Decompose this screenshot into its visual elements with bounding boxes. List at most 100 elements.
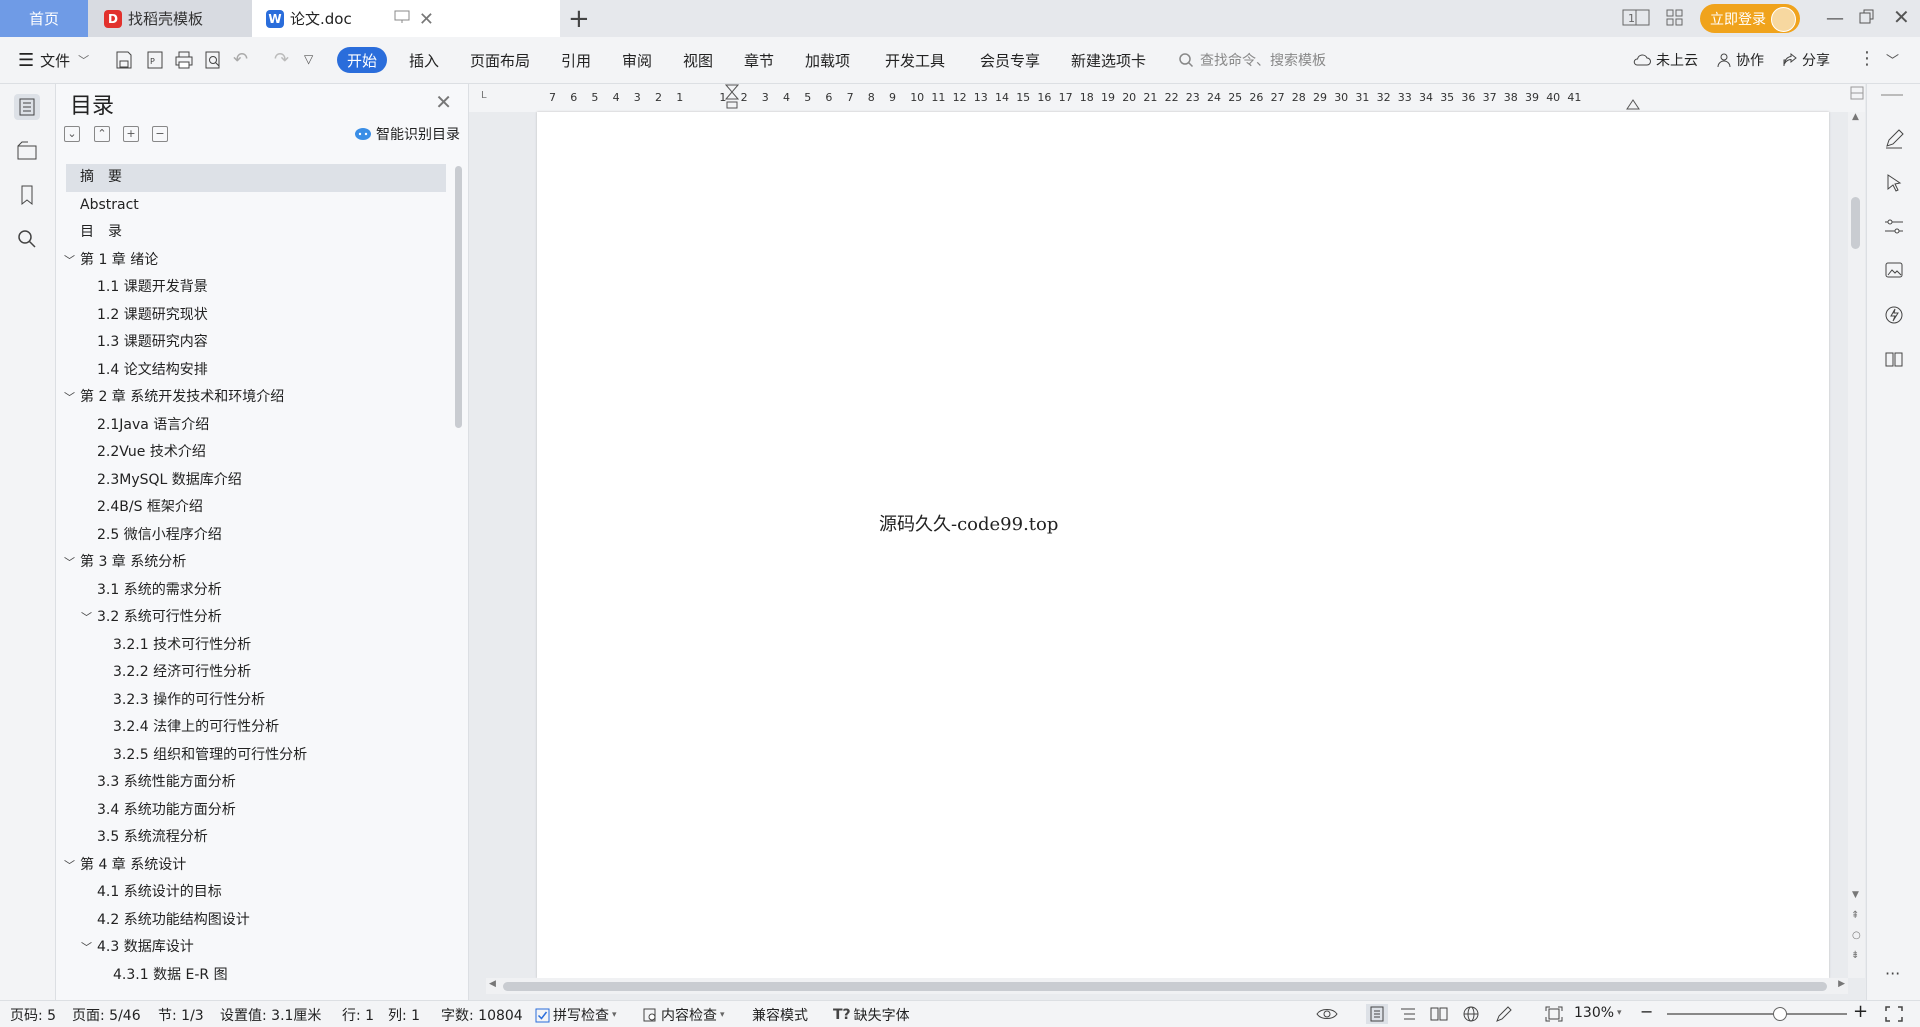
next-page-icon[interactable]: ⇟ — [1851, 950, 1859, 961]
tab-developer[interactable]: 开发工具 — [885, 37, 945, 83]
toc-item[interactable]: 3.2.1 技术可行性分析 — [66, 632, 446, 660]
toc-item[interactable]: 3.3 系统性能方面分析 — [66, 769, 446, 797]
collab-button[interactable]: 协作 — [1716, 37, 1764, 83]
toc-item[interactable]: ﹀ 第 2 章 系统开发技术和环境介绍 — [64, 384, 446, 412]
missing-font-button[interactable]: T? 缺失字体 — [833, 1005, 910, 1025]
chevron-down-icon[interactable]: ﹀ — [81, 604, 92, 632]
zoom-slider-thumb[interactable] — [1772, 1007, 1787, 1021]
zoom-out-button[interactable]: − — [1640, 1002, 1653, 1021]
reading-mode-icon[interactable]: 1 — [1622, 8, 1652, 28]
section-nav-icon[interactable] — [14, 138, 40, 164]
cloud-status[interactable]: 未上云 — [1632, 37, 1698, 83]
toc-item[interactable]: 3.4 系统功能方面分析 — [66, 797, 446, 825]
toc-item[interactable]: 3.5 系统流程分析 — [66, 824, 446, 852]
toc-item[interactable]: 4.1 系统设计的目标 — [66, 879, 446, 907]
tab-stop-icon[interactable]: L — [481, 90, 487, 101]
new-tab-button[interactable]: + — [568, 4, 590, 34]
select-cursor-icon[interactable] — [1883, 172, 1905, 194]
smart-toc-button[interactable]: 智能识别目录 — [354, 124, 460, 144]
status-row[interactable]: 行: 1 — [342, 1005, 374, 1025]
right-indent-marker-icon[interactable] — [1626, 98, 1640, 110]
toc-item[interactable]: 目 录 — [66, 219, 446, 247]
prev-page-icon[interactable]: ⇞ — [1851, 910, 1859, 921]
zoom-select[interactable]: 130% ▾ — [1574, 1005, 1622, 1021]
tab-start[interactable]: 开始 — [337, 47, 388, 73]
add-heading-icon[interactable]: + — [123, 126, 139, 142]
toc-item[interactable]: 1.3 课题研究内容 — [66, 329, 446, 357]
print-preview-icon[interactable] — [203, 50, 223, 70]
toc-item[interactable]: ﹀ 第 3 章 系统分析 — [64, 549, 446, 577]
tab-document[interactable]: W 论文.doc ✕ — [252, 0, 560, 37]
more-options-icon[interactable]: ⋮ — [1858, 48, 1876, 69]
toc-item[interactable]: 1.2 课题研究现状 — [66, 302, 446, 330]
chevron-down-icon[interactable]: ﹀ — [64, 247, 75, 275]
toc-scrollbar[interactable] — [455, 166, 462, 428]
outline-view-icon[interactable] — [1398, 1005, 1418, 1023]
close-window-icon[interactable]: ✕ — [1893, 5, 1910, 29]
save-icon[interactable] — [114, 50, 134, 70]
toc-item[interactable]: 3.2.5 组织和管理的可行性分析 — [66, 742, 446, 770]
print-icon[interactable] — [174, 50, 194, 70]
toc-item[interactable]: 2.5 微信小程序介绍 — [66, 522, 446, 550]
vertical-scroll-thumb[interactable] — [1851, 197, 1860, 249]
horizontal-scrollbar[interactable]: ◀ ▶ — [486, 978, 1848, 994]
write-mode-icon[interactable] — [1494, 1005, 1514, 1023]
toc-item[interactable]: 3.1 系统的需求分析 — [66, 577, 446, 605]
status-page-code[interactable]: 页码: 5 — [10, 1005, 56, 1025]
indent-marker-icon[interactable] — [725, 84, 739, 110]
reading-book-icon[interactable] — [1883, 348, 1905, 370]
scroll-down-icon[interactable]: ▼ — [1852, 890, 1859, 900]
scroll-up-icon[interactable]: ▲ — [1852, 112, 1859, 122]
toc-item[interactable]: 2.2Vue 技术介绍 — [66, 439, 446, 467]
tab-home[interactable]: 首页 — [0, 0, 88, 37]
collapse-ribbon-icon[interactable]: ﹀ — [1886, 50, 1899, 69]
status-page[interactable]: 页面: 5/46 — [72, 1005, 141, 1025]
zoom-slider[interactable] — [1667, 1007, 1847, 1021]
compat-mode[interactable]: 兼容模式 — [752, 1005, 808, 1025]
tab-member[interactable]: 会员专享 — [980, 37, 1040, 83]
share-button[interactable]: 分享 — [1782, 37, 1830, 83]
image-tool-icon[interactable] — [1883, 260, 1905, 282]
expand-level-icon[interactable]: ⌃ — [94, 126, 110, 142]
remove-heading-icon[interactable]: − — [152, 126, 168, 142]
toc-item[interactable]: Abstract — [66, 192, 446, 220]
tab-page-layout[interactable]: 页面布局 — [470, 37, 530, 83]
scroll-left-icon[interactable]: ◀ — [489, 979, 496, 989]
toc-item[interactable]: 3.2.2 经济可行性分析 — [66, 659, 446, 687]
export-pdf-icon[interactable]: P — [145, 50, 165, 70]
page-view-icon[interactable] — [1366, 1004, 1388, 1024]
content-check-button[interactable]: 内容检查 ▾ — [643, 1005, 725, 1025]
toc-item[interactable]: 2.4B/S 框架介绍 — [66, 494, 446, 522]
horizontal-ruler[interactable]: L 7 6 5 4 3 2 1 1 2 3 4 5 6 7 8 9 10 11 12 13 14 15 16 17 18 19 20… — [469, 84, 1865, 113]
toc-item[interactable]: 4.2 系统功能结构图设计 — [66, 907, 446, 935]
customize-toolbar-icon[interactable]: ▽ — [304, 52, 313, 66]
find-icon[interactable] — [14, 226, 40, 252]
file-menu[interactable]: ☰ 文件 ﹀ — [18, 37, 89, 83]
ruler-toggle-icon[interactable] — [1850, 86, 1864, 100]
fullscreen-icon[interactable] — [1884, 1005, 1904, 1023]
adjust-settings-icon[interactable] — [1883, 216, 1905, 238]
tab-addins[interactable]: 加载项 — [805, 37, 850, 83]
browse-object-icon[interactable]: ○ — [1852, 930, 1861, 941]
web-view-icon[interactable] — [1461, 1005, 1481, 1023]
toc-item[interactable]: 3.2.4 法律上的可行性分析 — [66, 714, 446, 742]
toc-item[interactable]: 1.4 论文结构安排 — [66, 357, 446, 385]
document-area[interactable]: 源码久久-code99.top — [469, 112, 1865, 978]
undo-icon[interactable]: ↶ — [233, 49, 248, 70]
tab-chapter[interactable]: 章节 — [744, 37, 774, 83]
toc-item[interactable]: 2.3MySQL 数据库介绍 — [66, 467, 446, 495]
chevron-down-icon[interactable]: ﹀ — [64, 852, 75, 880]
eye-protection-icon[interactable] — [1316, 1005, 1338, 1023]
minimize-icon[interactable]: — — [1826, 8, 1844, 29]
close-icon[interactable]: ✕ — [435, 90, 452, 114]
fit-page-icon[interactable] — [1544, 1005, 1564, 1023]
redo-icon[interactable]: ↷ — [274, 49, 289, 70]
toc-item[interactable]: ﹀ 3.2 系统可行性分析 — [66, 604, 446, 632]
command-search[interactable]: 查找命令、搜索模板 — [1178, 50, 1326, 70]
status-section[interactable]: 节: 1/3 — [158, 1005, 204, 1025]
toc-item[interactable]: 4.3.1 数据 E-R 图 — [66, 962, 446, 990]
grid-apps-icon[interactable] — [1665, 8, 1685, 28]
bookmark-icon[interactable] — [14, 182, 40, 208]
scroll-right-icon[interactable]: ▶ — [1838, 979, 1845, 989]
more-tools-icon[interactable]: ··· — [1885, 964, 1900, 983]
